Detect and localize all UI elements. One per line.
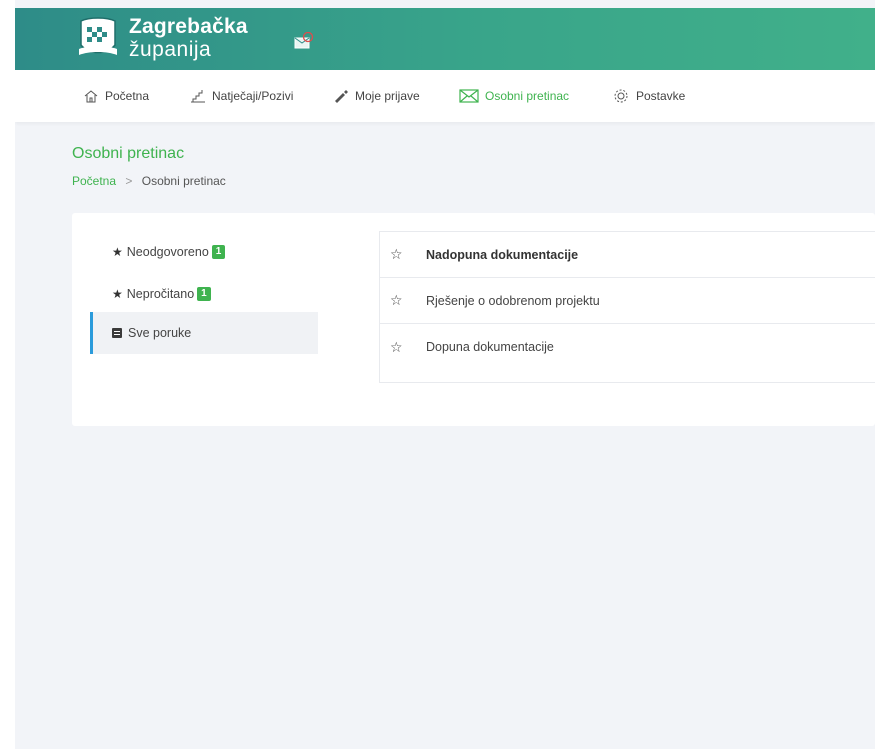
stairs-icon — [191, 90, 205, 103]
star-outline-icon[interactable]: ☆ — [390, 246, 426, 263]
breadcrumb-home-link[interactable]: Početna — [72, 174, 116, 188]
unread-count-badge: 1 — [197, 287, 211, 301]
brand-name[interactable]: Zagrebačka županija — [129, 16, 248, 60]
message-subject: Dopuna dokumentacije — [426, 340, 554, 354]
inbox-card: ★ Neodgovoreno 1 ★ Nepročitano 1 Sve por… — [72, 213, 875, 426]
nav-label-my-applications: Moje prijave — [355, 89, 420, 103]
star-icon: ★ — [112, 287, 123, 301]
sidebar-item-unread[interactable]: ★ Nepročitano 1 — [90, 273, 318, 315]
sidebar-item-unanswered[interactable]: ★ Neodgovoreno 1 — [90, 231, 318, 273]
notification-mail-icon[interactable] — [294, 32, 314, 50]
sidebar-label-unread: Nepročitano — [126, 287, 195, 301]
gear-icon — [614, 89, 628, 103]
message-row[interactable]: ☆ Dopuna dokumentacije — [380, 324, 875, 370]
message-subject: Nadopuna dokumentacije — [426, 247, 579, 262]
main-nav: Početna Natječaji/Pozivi Moje prijave Os… — [15, 70, 875, 122]
document-icon — [112, 328, 122, 338]
app-frame: Zagrebačka županija Početna Natječaji/Po… — [15, 0, 875, 749]
nav-label-tenders: Natječaji/Pozivi — [212, 89, 294, 103]
nav-item-my-applications[interactable]: Moje prijave — [333, 87, 420, 105]
brand-line1: Zagrebačka — [129, 15, 248, 38]
nav-label-settings: Postavke — [636, 89, 686, 103]
message-row[interactable]: ☆ Rješenje o odobrenom projektu — [380, 278, 875, 324]
sidebar-item-all-messages[interactable]: Sve poruke — [90, 312, 318, 354]
nav-label-home: Početna — [105, 89, 150, 103]
message-list: ☆ Nadopuna dokumentacije ☆ Rješenje o od… — [379, 231, 875, 383]
sidebar-label-all-messages: Sve poruke — [128, 326, 192, 340]
envelope-icon — [459, 89, 479, 103]
nav-item-home[interactable]: Početna — [83, 87, 149, 105]
breadcrumb: Početna > Osobni pretinac — [72, 174, 226, 188]
nav-label-personal-inbox: Osobni pretinac — [485, 89, 570, 103]
nav-item-tenders[interactable]: Natječaji/Pozivi — [190, 87, 293, 105]
edit-icon — [335, 90, 348, 103]
breadcrumb-separator: > — [125, 174, 133, 188]
breadcrumb-current: Osobni pretinac — [141, 174, 226, 188]
star-outline-icon[interactable]: ☆ — [390, 339, 426, 356]
unanswered-count-badge: 1 — [211, 245, 226, 259]
star-icon: ★ — [112, 245, 123, 259]
message-row[interactable]: ☆ Nadopuna dokumentacije — [380, 232, 875, 278]
star-outline-icon[interactable]: ☆ — [390, 292, 426, 309]
nav-item-personal-inbox[interactable]: Osobni pretinac — [459, 87, 569, 105]
home-icon — [84, 90, 98, 103]
message-subject: Rješenje o odobrenom projektu — [426, 293, 600, 308]
brand-line2: županija — [129, 38, 212, 61]
nav-item-settings[interactable]: Postavke — [612, 87, 685, 105]
page-title: Osobni pretinac — [72, 145, 185, 162]
coat-of-arms-logo[interactable] — [77, 15, 119, 59]
header-bar: Zagrebačka županija — [15, 8, 875, 70]
sidebar-label-unanswered: Neodgovoreno — [126, 245, 209, 259]
